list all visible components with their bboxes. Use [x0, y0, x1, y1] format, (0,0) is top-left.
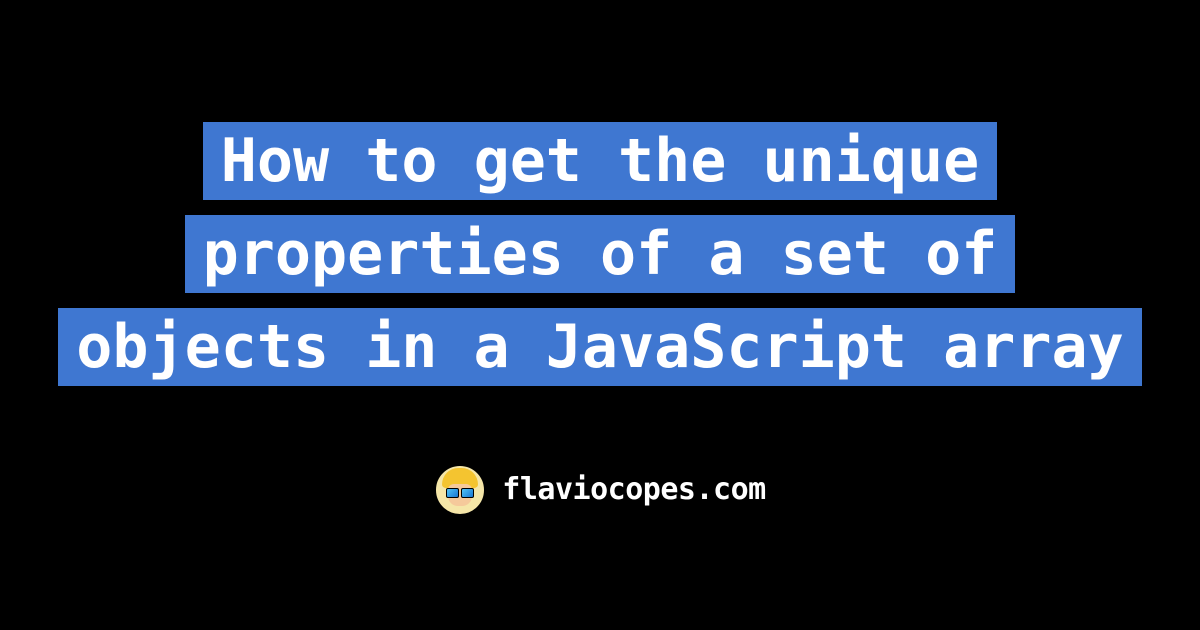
avatar-icon — [434, 464, 486, 516]
article-title: How to get the unique properties of a se… — [58, 122, 1142, 386]
article-title-container: How to get the unique properties of a se… — [50, 115, 1150, 394]
footer: flaviocopes.com — [434, 464, 765, 516]
site-name: flaviocopes.com — [502, 472, 765, 507]
